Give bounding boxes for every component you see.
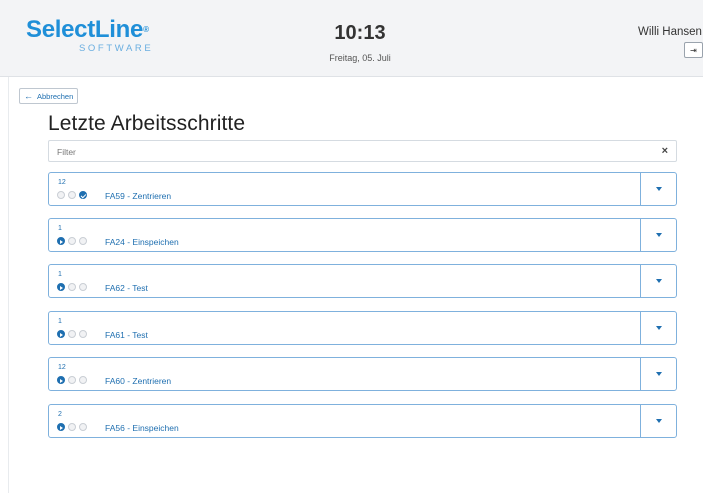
- selectline-logo: SelectLine® SOFTWARE: [26, 18, 153, 54]
- empty-circle-icon: [68, 423, 76, 431]
- step-progress-indicators: [57, 330, 87, 338]
- chevron-down-icon[interactable]: [640, 219, 676, 251]
- work-step-count: 12: [58, 364, 66, 371]
- clear-filter-icon[interactable]: ×: [662, 145, 668, 157]
- empty-circle-icon: [79, 330, 87, 338]
- chevron-down-icon[interactable]: [640, 265, 676, 297]
- work-step-card[interactable]: 1 FA62 - Test: [48, 264, 677, 298]
- check-circle-icon: [79, 191, 87, 199]
- filter-placeholder: Filter: [57, 147, 76, 157]
- work-step-count: 1: [58, 225, 62, 232]
- work-step-card[interactable]: 1 FA61 - Test: [48, 311, 677, 345]
- play-circle-icon: [57, 376, 65, 384]
- clock: 10:13 Freitag, 05. Juli: [300, 22, 420, 63]
- work-step-label: FA60 - Zentrieren: [105, 376, 172, 386]
- cancel-button-label: Abbrechen: [37, 91, 74, 101]
- content-divider: [8, 77, 9, 493]
- work-step-card[interactable]: 12 FA59 - Zentrieren: [48, 172, 677, 206]
- logout-button[interactable]: ⇥: [684, 42, 703, 58]
- empty-circle-icon: [68, 376, 76, 384]
- step-progress-indicators: [57, 191, 87, 199]
- work-step-count: 1: [58, 271, 62, 278]
- work-step-label: FA24 - Einspeichen: [105, 237, 179, 247]
- play-circle-icon: [57, 330, 65, 338]
- logo-subtitle: SOFTWARE: [79, 43, 154, 54]
- work-step-label: FA62 - Test: [105, 283, 148, 293]
- step-progress-indicators: [57, 283, 87, 291]
- play-circle-icon: [57, 237, 65, 245]
- step-progress-indicators: [57, 376, 87, 384]
- user-name: Willi Hansen: [638, 26, 702, 38]
- empty-circle-icon: [57, 191, 65, 199]
- clock-date: Freitag, 05. Juli: [329, 53, 391, 63]
- chevron-down-icon[interactable]: [640, 358, 676, 390]
- work-step-card[interactable]: 1 FA24 - Einspeichen: [48, 218, 677, 252]
- filter-input[interactable]: Filter ×: [48, 140, 677, 162]
- empty-circle-icon: [68, 237, 76, 245]
- chevron-down-icon[interactable]: [640, 405, 676, 437]
- chevron-down-icon[interactable]: [640, 173, 676, 205]
- cancel-button[interactable]: ← Abbrechen: [19, 88, 79, 104]
- logo-wordmark: SelectLine®: [26, 16, 149, 43]
- play-circle-icon: [57, 423, 65, 431]
- work-step-card[interactable]: 2 FA56 - Einspeichen: [48, 404, 677, 438]
- work-step-label: FA59 - Zentrieren: [105, 191, 172, 201]
- work-step-count: 2: [58, 411, 62, 418]
- chevron-down-icon[interactable]: [640, 312, 676, 344]
- work-step-count: 1: [58, 318, 62, 325]
- empty-circle-icon: [68, 191, 76, 199]
- app-header: SelectLine® SOFTWARE 10:13 Freitag, 05. …: [0, 0, 703, 77]
- logout-icon: ⇥: [690, 45, 697, 55]
- work-step-card[interactable]: 12 FA60 - Zentrieren: [48, 357, 677, 391]
- arrow-left-icon: ←: [24, 91, 33, 101]
- page-title: Letzte Arbeitsschritte: [48, 112, 246, 135]
- clock-time: 10:13: [334, 22, 386, 44]
- empty-circle-icon: [79, 423, 87, 431]
- empty-circle-icon: [68, 283, 76, 291]
- play-circle-icon: [57, 283, 65, 291]
- empty-circle-icon: [68, 330, 76, 338]
- logo-registered-mark: ®: [143, 25, 149, 34]
- step-progress-indicators: [57, 237, 87, 245]
- step-progress-indicators: [57, 423, 87, 431]
- work-step-label: FA61 - Test: [105, 330, 148, 340]
- work-step-label: FA56 - Einspeichen: [105, 423, 179, 433]
- empty-circle-icon: [79, 376, 87, 384]
- empty-circle-icon: [79, 237, 87, 245]
- work-step-count: 12: [58, 179, 66, 186]
- empty-circle-icon: [79, 283, 87, 291]
